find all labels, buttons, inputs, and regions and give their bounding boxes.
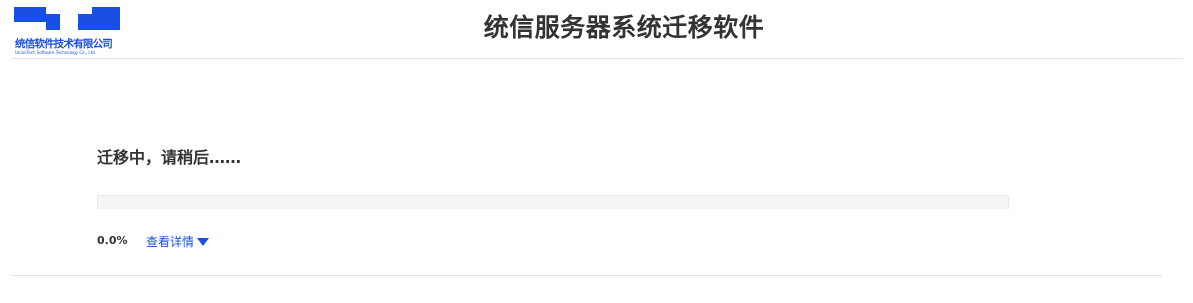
logo-company-en: UnionTech Software Technology Co., Ltd. <box>15 50 96 55</box>
page-title: 统信服务器系统迁移软件 <box>483 13 765 42</box>
migration-status-text: 迁移中，请稍后…… <box>97 148 242 167</box>
migration-progress-bar <box>97 195 1009 209</box>
logo-mark-icon <box>14 7 120 30</box>
logo-company-cn: 统信软件技术有限公司 <box>15 38 113 50</box>
company-logo: 统信软件技术有限公司 UnionTech Software Technology… <box>14 6 124 58</box>
view-details-label: 查看详情 <box>146 235 195 249</box>
progress-percent: 0.0% <box>97 234 128 247</box>
footer-divider <box>12 275 1162 276</box>
caret-down-icon <box>197 237 210 246</box>
header: 统信软件技术有限公司 UnionTech Software Technology… <box>12 0 1183 59</box>
view-details-link[interactable]: 查看详情 <box>146 233 210 250</box>
